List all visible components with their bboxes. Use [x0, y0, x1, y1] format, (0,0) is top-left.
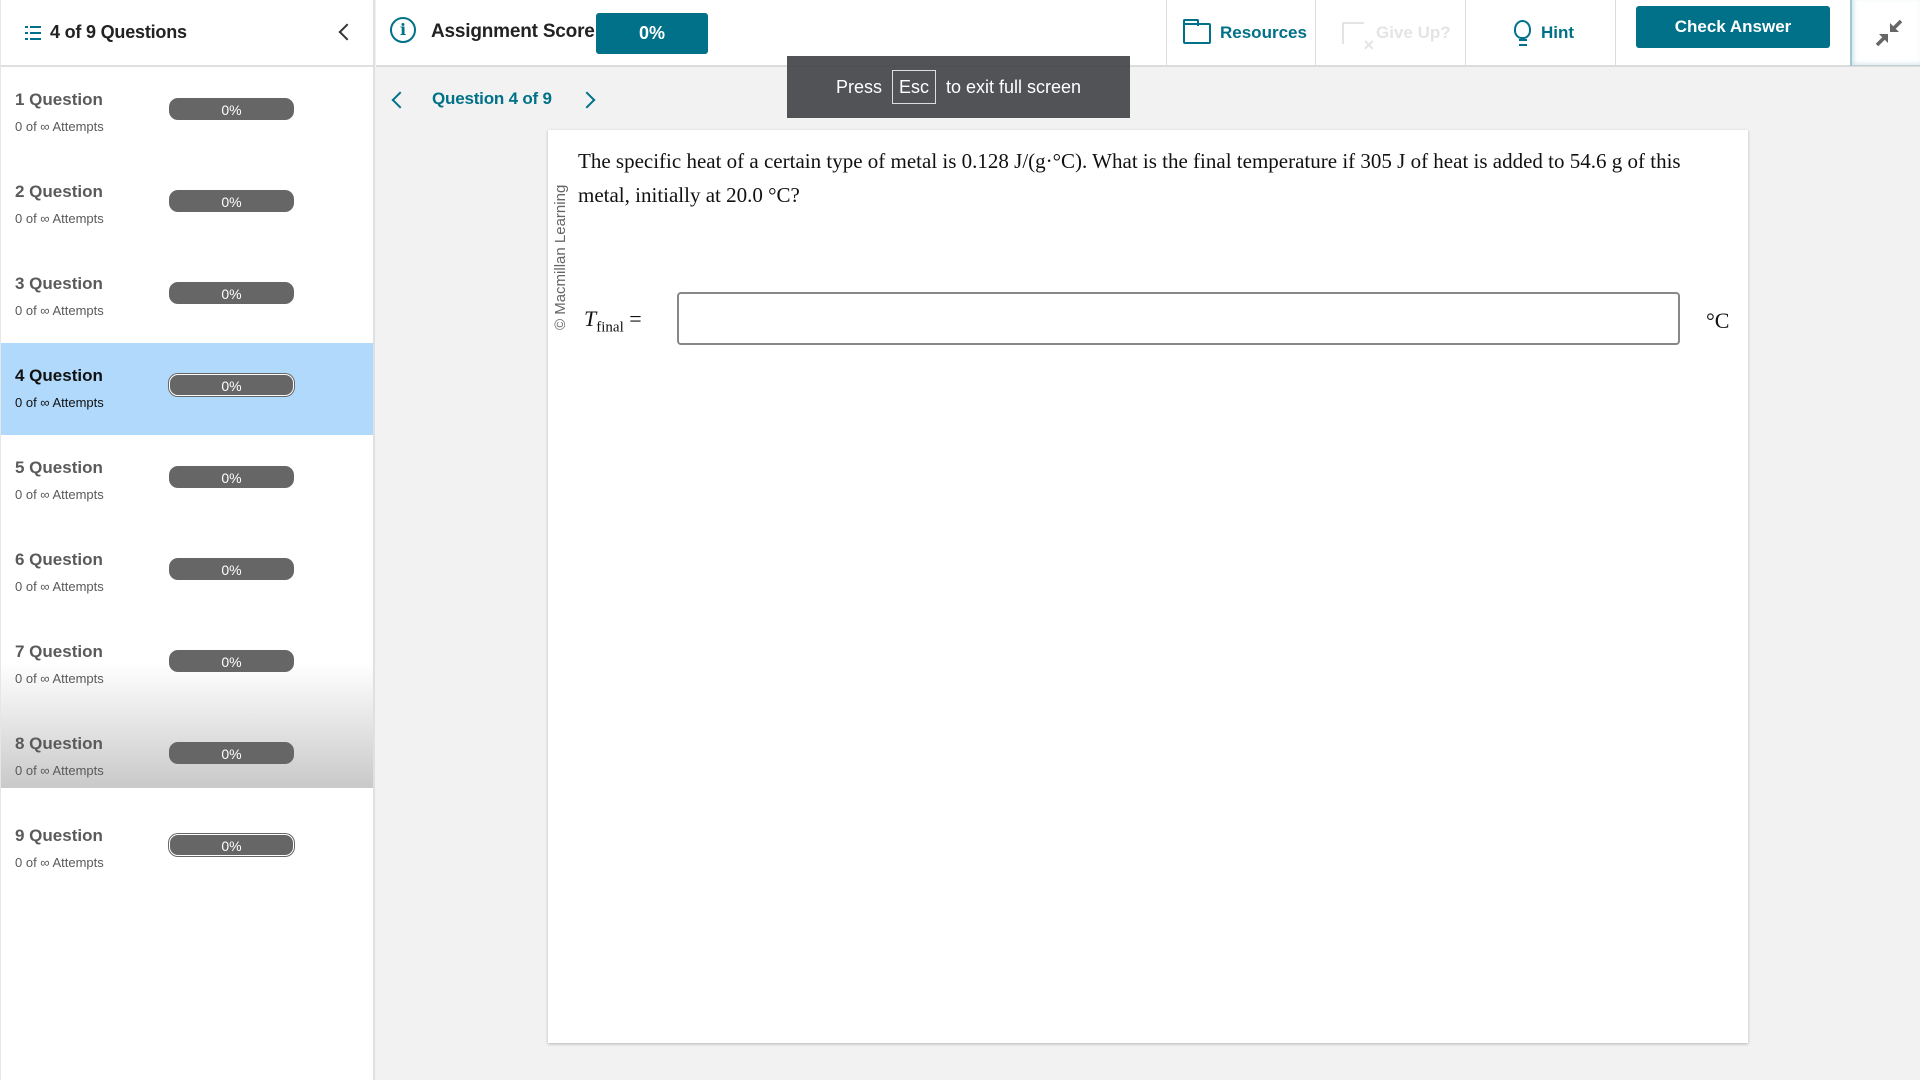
folder-icon	[1182, 18, 1211, 44]
answer-equals: =	[623, 306, 642, 331]
resources-button[interactable]: Resources	[1182, 0, 1307, 66]
answer-unit: °C	[1706, 308, 1730, 333]
toast-prefix: Press	[835, 76, 882, 97]
toast-suffix: to exit full screen	[945, 76, 1082, 97]
question-score-bar: 0%	[169, 558, 294, 580]
chevron-left-icon[interactable]	[335, 20, 355, 44]
question-score-bar: 0%	[169, 834, 294, 856]
assignment-score-badge: 0%	[596, 13, 708, 54]
question-list: 1 Question 0 of ∞ Attempts 0% 2 Question…	[1, 67, 373, 895]
hint-button[interactable]: Hint	[1514, 0, 1574, 66]
attempts-text: 0 of ∞ Attempts	[15, 579, 104, 594]
check-answer-button[interactable]: Check Answer	[1636, 6, 1830, 48]
question-score-bar: 0%	[169, 742, 294, 764]
attempts-text: 0 of ∞ Attempts	[15, 119, 104, 134]
answer-variable: T	[584, 306, 597, 331]
answer-subscript: final	[596, 319, 624, 336]
resources-label: Resources	[1220, 23, 1307, 42]
sidebar-header: 4 of 9 Questions	[1, 0, 373, 67]
lightbulb-icon	[1514, 20, 1531, 46]
question-item-8[interactable]: 8 Question 0 of ∞ Attempts 0%	[1, 711, 373, 803]
question-item-5[interactable]: 5 Question 0 of ∞ Attempts 0%	[1, 435, 373, 527]
question-item-4[interactable]: 4 Question 0 of ∞ Attempts 0%	[1, 343, 373, 435]
question-score-bar: 0%	[169, 650, 294, 672]
fullscreen-toast: Press Esc to exit full screen	[787, 56, 1130, 118]
attempts-text: 0 of ∞ Attempts	[15, 855, 104, 870]
give-up-icon	[1342, 22, 1374, 56]
question-text: The specific heat of a certain type of m…	[578, 149, 1681, 207]
exit-fullscreen-button[interactable]	[1850, 0, 1920, 66]
question-item-3[interactable]: 3 Question 0 of ∞ Attempts 0%	[1, 251, 373, 343]
question-score-bar: 0%	[169, 466, 294, 488]
answer-label: Tfinal =	[584, 306, 642, 336]
hint-label: Hint	[1541, 23, 1575, 42]
collapse-arrows-icon	[1875, 19, 1903, 47]
question-sidebar: 4 of 9 Questions 1 Question 0 of ∞ Attem…	[0, 0, 375, 1080]
attempts-text: 0 of ∞ Attempts	[15, 671, 104, 686]
attempts-text: 0 of ∞ Attempts	[15, 487, 104, 502]
list-icon	[25, 25, 41, 40]
info-icon[interactable]: i	[390, 17, 416, 43]
attempts-text: 0 of ∞ Attempts	[15, 395, 104, 410]
answer-input[interactable]	[677, 292, 1680, 345]
question-score-bar: 0%	[169, 282, 294, 304]
give-up-label: Give Up?	[1376, 23, 1451, 42]
question-navigation: Question 4 of 9	[376, 67, 776, 133]
question-card: © Macmillan Learning The specific heat o…	[548, 130, 1748, 1043]
toolbar-divider	[1315, 0, 1316, 66]
esc-key: Esc	[891, 70, 936, 104]
question-item-2[interactable]: 2 Question 0 of ∞ Attempts 0%	[1, 159, 373, 251]
question-item-6[interactable]: 6 Question 0 of ∞ Attempts 0%	[1, 527, 373, 619]
copyright-notice: © Macmillan Learning	[552, 184, 569, 330]
question-item-9[interactable]: 9 Question 0 of ∞ Attempts 0%	[1, 803, 373, 895]
question-item-7[interactable]: 7 Question 0 of ∞ Attempts 0%	[1, 619, 373, 711]
question-item-1[interactable]: 1 Question 0 of ∞ Attempts 0%	[1, 67, 373, 159]
question-score-bar: 0%	[169, 374, 294, 396]
attempts-text: 0 of ∞ Attempts	[15, 303, 104, 318]
toolbar-divider	[1465, 0, 1466, 66]
assignment-score-label: Assignment Score:	[431, 21, 601, 42]
toolbar-divider	[1166, 0, 1167, 66]
next-question-icon[interactable]	[581, 91, 597, 109]
attempts-text: 0 of ∞ Attempts	[15, 763, 104, 778]
sidebar-title: 4 of 9 Questions	[50, 22, 187, 42]
previous-question-icon[interactable]	[390, 91, 406, 109]
question-score-bar: 0%	[169, 190, 294, 212]
give-up-button[interactable]: Give Up?	[1342, 0, 1451, 66]
top-toolbar: i Assignment Score: 0% Resources Give Up…	[376, 0, 1920, 67]
question-position-label: Question 4 of 9	[432, 89, 552, 108]
question-score-bar: 0%	[169, 98, 294, 120]
toolbar-divider	[1615, 0, 1616, 66]
attempts-text: 0 of ∞ Attempts	[15, 211, 104, 226]
